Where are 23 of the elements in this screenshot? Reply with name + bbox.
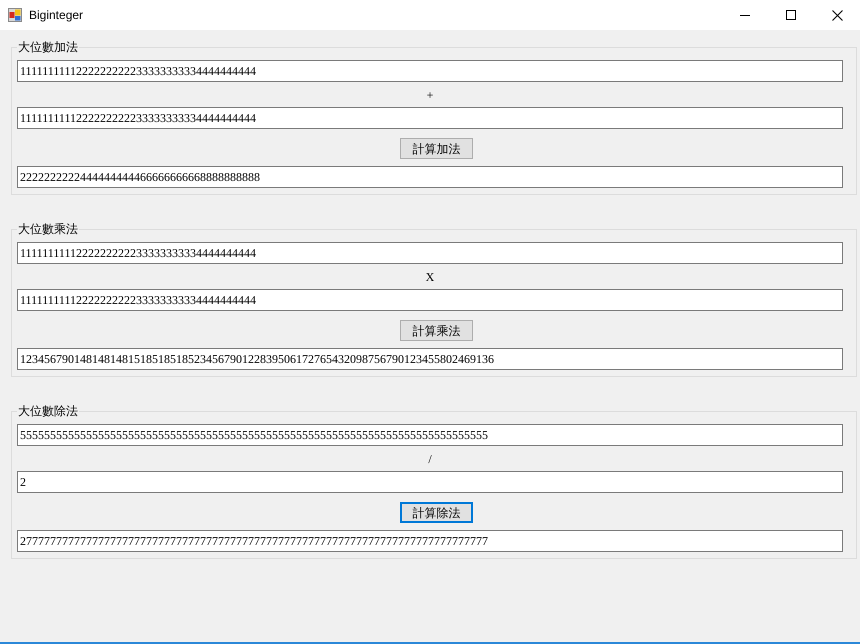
calculate-button[interactable]: 計算加法 bbox=[400, 138, 473, 159]
operand-field[interactable]: 1111111111222222222233333333334444444444 bbox=[17, 107, 843, 129]
result-field[interactable]: 1234567901481481481518518518523456790122839506172765432098756790123455802469136 bbox=[17, 348, 843, 370]
operand-field[interactable]: 1111111111222222222233333333334444444444 bbox=[17, 60, 843, 82]
close-icon bbox=[832, 10, 842, 20]
window-title: Biginteger bbox=[29, 7, 84, 24]
operand-field[interactable]: 2 bbox=[17, 471, 843, 493]
maximize-icon bbox=[786, 10, 796, 20]
operand-field[interactable]: 1111111111222222222233333333334444444444 bbox=[17, 242, 843, 264]
calculate-button[interactable]: 計算除法 bbox=[400, 502, 473, 523]
operand-field[interactable]: 555555555555555555555555555555555555555555555555555555555555555555555555555555 bbox=[17, 424, 843, 446]
operator-sign: / bbox=[428, 452, 432, 466]
minimize-icon bbox=[740, 14, 750, 16]
group-title: 大位數乘法 bbox=[17, 222, 79, 236]
group-title: 大位數除法 bbox=[17, 404, 79, 418]
app-icon bbox=[8, 8, 22, 22]
operator-sign: + bbox=[426, 88, 434, 102]
calculate-button[interactable]: 計算乘法 bbox=[400, 320, 473, 341]
group-title: 大位數加法 bbox=[17, 40, 79, 54]
result-field[interactable]: 2222222222444444444466666666668888888888 bbox=[17, 166, 843, 188]
result-field[interactable]: 277777777777777777777777777777777777777777777777777777777777777777777777777777 bbox=[17, 530, 843, 552]
operand-field[interactable]: 1111111111222222222233333333334444444444 bbox=[17, 289, 843, 311]
operator-sign: X bbox=[426, 270, 434, 284]
